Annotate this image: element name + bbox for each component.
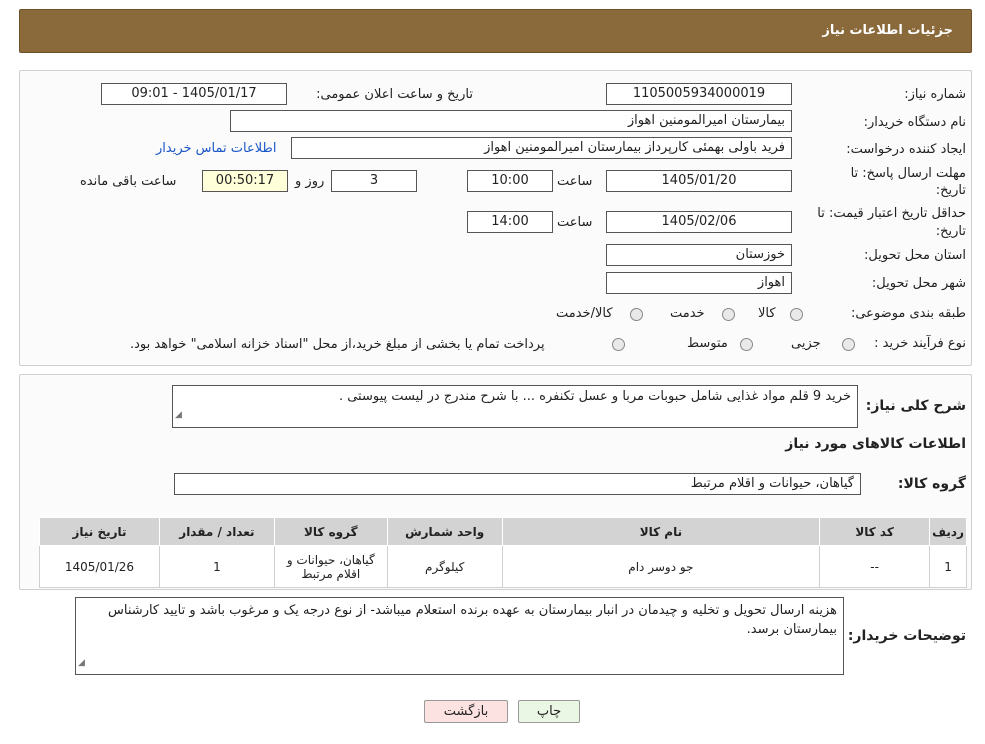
print-button[interactable]: چاپ bbox=[518, 700, 580, 723]
cell-group: گیاهان، حیوانات و اقلام مرتبط bbox=[273, 545, 388, 588]
deadline-time-field: 10:00 bbox=[467, 170, 553, 192]
remaining-label: ساعت باقی مانده bbox=[80, 174, 177, 189]
city-field: اهواز bbox=[606, 272, 792, 294]
cell-code: -- bbox=[819, 545, 931, 588]
buyer-notes-text: هزینه ارسال تحویل و تخلیه و چیدمان در ان… bbox=[108, 603, 837, 637]
buyer-notes-field[interactable]: هزینه ارسال تحویل و تخلیه و چیدمان در ان… bbox=[75, 597, 844, 675]
validity-time-label: ساعت bbox=[557, 215, 593, 230]
remaining-time-field: 00:50:17 bbox=[202, 170, 288, 192]
deadline-time-label: ساعت bbox=[557, 174, 593, 189]
process-radio-minor[interactable] bbox=[842, 338, 855, 351]
days-label: روز و bbox=[295, 174, 325, 189]
col-header-name: نام کالا bbox=[501, 517, 821, 546]
buyer-notes-label: توضیحات خریدار: bbox=[847, 628, 966, 644]
cell-row-no: 1 bbox=[929, 545, 967, 588]
resize-grip-icon[interactable]: ◢ bbox=[175, 404, 182, 426]
announce-field: 1405/01/17 - 09:01 bbox=[101, 83, 287, 105]
city-label: شهر محل تحویل: bbox=[871, 276, 966, 291]
process-checkbox-treasury[interactable] bbox=[612, 338, 625, 351]
desc-field[interactable]: خرید 9 قلم مواد غذایی شامل حبوبات مربا و… bbox=[172, 385, 858, 428]
cell-date: 1405/01/26 bbox=[39, 545, 160, 588]
table-header-row: ردیف کد کالا نام کالا واحد شمارش گروه کا… bbox=[39, 517, 967, 546]
validity-label: حداقل تاریخ اعتبار قیمت: تا bbox=[817, 206, 966, 221]
days-field: 3 bbox=[331, 170, 417, 192]
desc-label: شرح کلی نیاز: bbox=[865, 398, 966, 414]
back-button[interactable]: بازگشت bbox=[424, 700, 508, 723]
validity-date-field: 1405/02/06 bbox=[606, 211, 792, 233]
category-radio-service[interactable] bbox=[722, 308, 735, 321]
process-radio-medium[interactable] bbox=[740, 338, 753, 351]
buyer-contact-link[interactable]: اطلاعات تماس خریدار bbox=[156, 141, 276, 156]
province-label: استان محل تحویل: bbox=[864, 248, 966, 263]
category-radio-goods[interactable] bbox=[790, 308, 803, 321]
page-title: جزئیات اطلاعات نیاز bbox=[822, 23, 953, 38]
need-number-field: 1105005934000019 bbox=[606, 83, 792, 105]
buyer-org-label: نام دستگاه خریدار: bbox=[863, 115, 966, 130]
creator-field: فرید باولی بهمئی کارپرداز بیمارستان امیر… bbox=[291, 137, 792, 159]
category-option-service: خدمت bbox=[670, 306, 705, 321]
category-radio-goods-service[interactable] bbox=[630, 308, 643, 321]
deadline-label-2: تاریخ: bbox=[935, 183, 966, 198]
creator-label: ایجاد کننده درخواست: bbox=[846, 142, 966, 157]
category-option-goods-service: کالا/خدمت bbox=[556, 306, 613, 321]
resize-grip-icon[interactable]: ◢ bbox=[78, 654, 85, 673]
category-label: طبقه بندی موضوعی: bbox=[850, 306, 966, 321]
category-option-goods: کالا bbox=[758, 306, 776, 321]
desc-text: خرید 9 قلم مواد غذایی شامل حبوبات مربا و… bbox=[338, 389, 851, 404]
header-bar: جزئیات اطلاعات نیاز bbox=[19, 9, 972, 53]
col-header-date: تاریخ نیاز bbox=[39, 517, 160, 546]
col-header-unit: واحد شمارش bbox=[386, 517, 503, 546]
validity-time-field: 14:00 bbox=[467, 211, 553, 233]
cell-qty: 1 bbox=[158, 545, 275, 588]
announce-label: تاریخ و ساعت اعلان عمومی: bbox=[316, 87, 473, 102]
process-label: نوع فرآیند خرید : bbox=[874, 336, 966, 351]
process-option-medium: متوسط bbox=[687, 336, 728, 351]
col-header-qty: تعداد / مقدار bbox=[158, 517, 275, 546]
items-table-wrap: ردیف کد کالا نام کالا واحد شمارش گروه کا… bbox=[39, 517, 967, 588]
goods-group-field: گیاهان، حیوانات و اقلام مرتبط bbox=[174, 473, 861, 495]
buyer-org-field: بیمارستان امیرالمومنین اهواز bbox=[230, 110, 792, 132]
col-header-row-no: ردیف bbox=[929, 517, 967, 546]
col-header-group: گروه کالا bbox=[273, 517, 388, 546]
cell-name: جو دوسر دام bbox=[501, 545, 821, 588]
deadline-label: مهلت ارسال پاسخ: تا bbox=[850, 166, 966, 181]
province-field: خوزستان bbox=[606, 244, 792, 266]
process-note: پرداخت تمام یا بخشی از مبلغ خرید،از محل … bbox=[130, 337, 545, 352]
deadline-date-field: 1405/01/20 bbox=[606, 170, 792, 192]
table-row: 1 -- جو دوسر دام کیلوگرم گیاهان، حیوانات… bbox=[39, 545, 967, 588]
items-table: ردیف کد کالا نام کالا واحد شمارش گروه کا… bbox=[39, 517, 967, 588]
cell-unit: کیلوگرم bbox=[386, 545, 503, 588]
process-option-minor: جزیی bbox=[791, 336, 821, 351]
goods-group-label: گروه کالا: bbox=[897, 476, 966, 492]
col-header-code: کد کالا bbox=[819, 517, 931, 546]
need-number-label: شماره نیاز: bbox=[904, 87, 966, 102]
validity-label-2: تاریخ: bbox=[935, 224, 966, 239]
goods-info-title: اطلاعات کالاهای مورد نیاز bbox=[785, 436, 966, 452]
